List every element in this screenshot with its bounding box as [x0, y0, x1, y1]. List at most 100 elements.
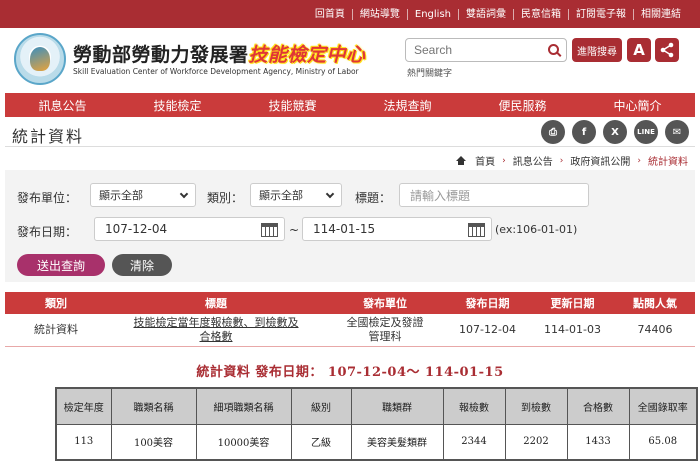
main-nav: 訊息公告 技能檢定 技能競賽 法規查詢 便民服務 中心簡介 [5, 93, 695, 117]
x-share-icon[interactable]: X [603, 120, 627, 144]
stats-cell-pass-rate: 65.08 [628, 423, 698, 461]
agency-logo[interactable] [14, 33, 66, 85]
date-to-input[interactable]: 114-01-15 [302, 217, 492, 241]
nav-regulations[interactable]: 法規查詢 [350, 93, 465, 117]
stats-table: 檢定年度 職類名稱 細項職類名稱 級別 職類群 報檢數 到檢數 合格數 全國錄取… [55, 387, 698, 461]
clear-button[interactable]: 清除 [112, 254, 172, 276]
search-box [405, 38, 567, 62]
nav-competition[interactable]: 技能競賽 [235, 93, 350, 117]
top-links: 回首頁 網站導覽 English 雙語詞彙 民意信箱 訂閱電子報 相關連結 [308, 0, 688, 28]
stats-header-attendees: 到檢數 [504, 387, 568, 425]
date-label: 發布日期： [17, 225, 78, 239]
breadcrumb-separator-icon: › [559, 155, 564, 166]
breadcrumb-gov-info[interactable]: 政府資訊公開 [570, 153, 630, 168]
category-select[interactable]: 顯示全部 [250, 183, 342, 207]
top-link-english[interactable]: English [406, 8, 458, 20]
top-link-glossary[interactable]: 雙語詞彙 [458, 8, 513, 20]
submit-query-button[interactable]: 送出查詢 [17, 254, 105, 276]
stats-subtitle: 統計資料 發布日期： 107-12-04～ 114-01-15 [196, 365, 504, 380]
share-icon [660, 42, 674, 58]
results-header-category: 類別 [5, 292, 107, 314]
nav-about[interactable]: 中心簡介 [580, 93, 695, 117]
home-icon[interactable] [456, 156, 467, 165]
print-icon[interactable]: ⎙ [541, 120, 565, 144]
line-icon[interactable]: LINE [634, 120, 658, 144]
stats-header-passed: 合格數 [566, 387, 630, 425]
table-row: 113 100美容 10000美容 乙級 美容美髮類群 2344 2202 14… [55, 423, 698, 461]
stats-cell-attendees: 2202 [504, 423, 568, 461]
logo-emblem [30, 47, 50, 71]
title-input[interactable]: 請輸入標題 [399, 183, 589, 207]
title-label: 標題： [355, 191, 392, 205]
row-views: 74406 [615, 314, 695, 347]
breadcrumb: 首頁 › 訊息公告 › 政府資訊公開 › 統計資料 [456, 153, 688, 168]
stats-header-year: 檢定年度 [55, 387, 112, 425]
stats-cell-job-name: 100美容 [110, 423, 197, 461]
top-link-home[interactable]: 回首頁 [308, 9, 352, 20]
date-to-value: 114-01-15 [313, 222, 376, 236]
stats-header-job-group: 職類群 [350, 387, 444, 425]
row-updated-date: 114-01-03 [530, 314, 615, 347]
stats-cell-year: 113 [55, 423, 112, 461]
nav-services[interactable]: 便民服務 [465, 93, 580, 117]
stats-cell-applicants: 2344 [442, 423, 506, 461]
advanced-search-button[interactable]: 進階搜尋 [572, 38, 622, 62]
hot-keywords-link[interactable]: 熱門關鍵字 [407, 66, 452, 79]
breadcrumb-separator-icon: › [502, 155, 506, 166]
filter-panel: 發布單位： 顯示全部 類別： 顯示全部 標題： 請輸入標題 發布日期： 107-… [5, 170, 695, 282]
search-icon[interactable] [548, 44, 559, 55]
top-link-mailbox[interactable]: 民意信箱 [513, 8, 568, 20]
chevron-down-icon [179, 189, 189, 199]
brand-title-highlight: 技能檢定中心 [248, 44, 366, 66]
breadcrumb-separator-icon: › [637, 155, 641, 166]
stats-cell-sub-job-name: 10000美容 [195, 423, 292, 461]
unit-label: 發布單位： [17, 191, 78, 205]
date-from-input[interactable]: 107-12-04 [94, 217, 285, 241]
results-header-updated: 更新日期 [530, 292, 615, 314]
top-link-newsletter[interactable]: 訂閱電子報 [568, 8, 633, 20]
stats-cell-job-group: 美容美髮類群 [350, 423, 444, 461]
calendar-icon[interactable] [468, 223, 485, 237]
breadcrumb-announcements[interactable]: 訊息公告 [513, 153, 553, 168]
breadcrumb-current: 統計資料 [648, 157, 688, 168]
results-header-title: 標題 [107, 292, 325, 314]
table-row: 統計資料 技能檢定當年度報檢數、到檢數及合格數 全國檢定及發證管理科 107-1… [5, 314, 695, 347]
row-published-date: 107-12-04 [445, 314, 530, 347]
date-from-value: 107-12-04 [105, 222, 168, 236]
font-size-button[interactable]: A [627, 38, 651, 62]
top-utility-bar: 回首頁 網站導覽 English 雙語詞彙 民意信箱 訂閱電子報 相關連結 [0, 0, 700, 28]
facebook-icon[interactable]: f [572, 120, 596, 144]
stats-header-pass-rate: 全國錄取率 [628, 387, 698, 425]
top-link-sitemap[interactable]: 網站導覽 [351, 8, 407, 20]
results-header-views: 點閱人氣 [615, 292, 695, 314]
breadcrumb-home[interactable]: 首頁 [475, 153, 495, 168]
stats-cell-level: 乙級 [290, 423, 352, 461]
row-title-link[interactable]: 技能檢定當年度報檢數、到檢數及合格數 [107, 314, 325, 347]
title-row: 統計資料 ⎙ f X LINE ✉ [5, 117, 695, 147]
brand-title[interactable]: 勞動部勞動力發展署技能檢定中心 [73, 40, 366, 67]
results-header-unit: 發布單位 [325, 292, 445, 314]
top-link-related[interactable]: 相關連結 [633, 8, 688, 20]
row-unit: 全國檢定及發證管理科 [325, 314, 445, 347]
share-button[interactable] [655, 38, 679, 62]
page-title: 統計資料 [12, 127, 85, 146]
stats-header-job-name: 職類名稱 [110, 387, 197, 425]
brand-title-main: 勞動部勞動力發展署 [73, 44, 249, 66]
stats-header-row: 檢定年度 職類名稱 細項職類名稱 級別 職類群 報檢數 到檢數 合格數 全國錄取… [55, 387, 698, 425]
mail-icon[interactable]: ✉ [665, 120, 689, 144]
stats-header-applicants: 報檢數 [442, 387, 506, 425]
calendar-icon[interactable] [261, 223, 278, 237]
date-format-hint: (ex:106-01-01) [495, 223, 578, 236]
category-label: 類別： [207, 191, 244, 205]
nav-skill-test[interactable]: 技能檢定 [120, 93, 235, 117]
date-separator: ~ [289, 223, 300, 237]
results-table: 類別 標題 發布單位 發布日期 更新日期 點閱人氣 統計資料 技能檢定當年度報檢… [5, 292, 695, 347]
results-header-published: 發布日期 [445, 292, 530, 314]
nav-announcements[interactable]: 訊息公告 [5, 93, 120, 117]
brand-english-name: Skill Evaluation Center of Workforce Dev… [73, 67, 359, 76]
results-header-row: 類別 標題 發布單位 發布日期 更新日期 點閱人氣 [5, 292, 695, 314]
stats-header-sub-job-name: 細項職類名稱 [195, 387, 292, 425]
unit-select[interactable]: 顯示全部 [90, 183, 196, 207]
unit-select-value: 顯示全部 [99, 189, 143, 202]
search-input[interactable] [406, 39, 542, 61]
